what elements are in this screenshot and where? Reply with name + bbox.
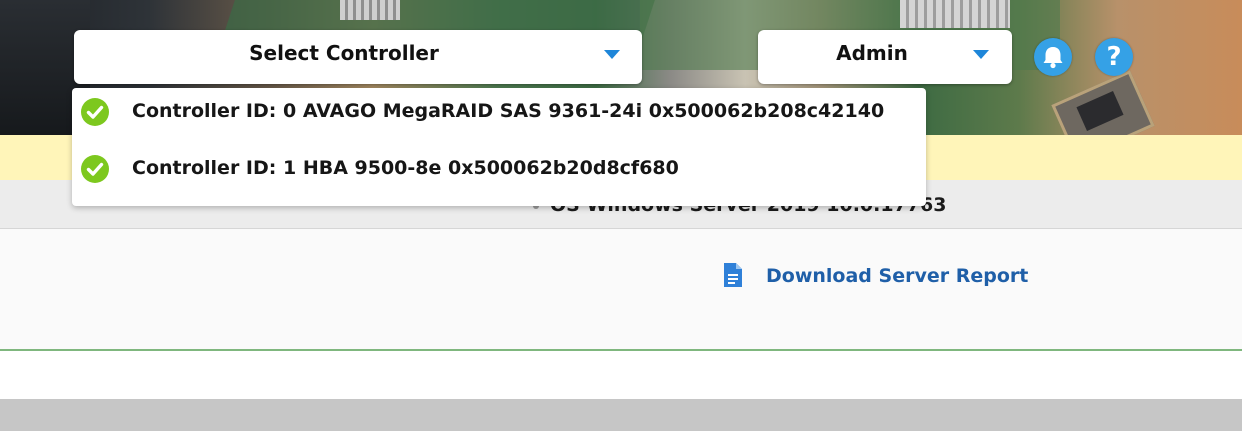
controller-option-label: Controller ID: 1 HBA 9500-8e 0x500062b20… (132, 157, 679, 179)
controller-select[interactable]: Select Controller (74, 30, 642, 84)
check-circle-icon (81, 155, 109, 183)
controller-dropdown: Controller ID: 0 AVAGO MegaRAID SAS 9361… (72, 88, 926, 206)
user-menu-select[interactable]: Admin (758, 30, 1012, 84)
banner-heatsink-small (340, 0, 400, 20)
caret-down-icon (604, 50, 620, 59)
controller-option[interactable]: Controller ID: 0 AVAGO MegaRAID SAS 9361… (72, 88, 926, 140)
controller-option[interactable]: Controller ID: 1 HBA 9500-8e 0x500062b20… (72, 145, 926, 197)
footer-bar (0, 399, 1242, 431)
bell-icon[interactable] (1034, 38, 1072, 76)
help-glyph: ? (1106, 42, 1122, 72)
check-circle-icon (81, 98, 109, 126)
user-menu-label: Admin (836, 41, 908, 65)
caret-down-icon (973, 50, 989, 59)
controller-select-label: Select Controller (249, 41, 439, 65)
controller-option-label: Controller ID: 0 AVAGO MegaRAID SAS 9361… (132, 100, 885, 122)
download-report-label: Download Server Report (766, 265, 1029, 287)
document-icon (722, 262, 744, 292)
help-icon[interactable]: ? (1095, 38, 1133, 76)
content-lower (0, 351, 1242, 399)
content-area (0, 229, 1242, 349)
banner-heatsink (900, 0, 1010, 28)
